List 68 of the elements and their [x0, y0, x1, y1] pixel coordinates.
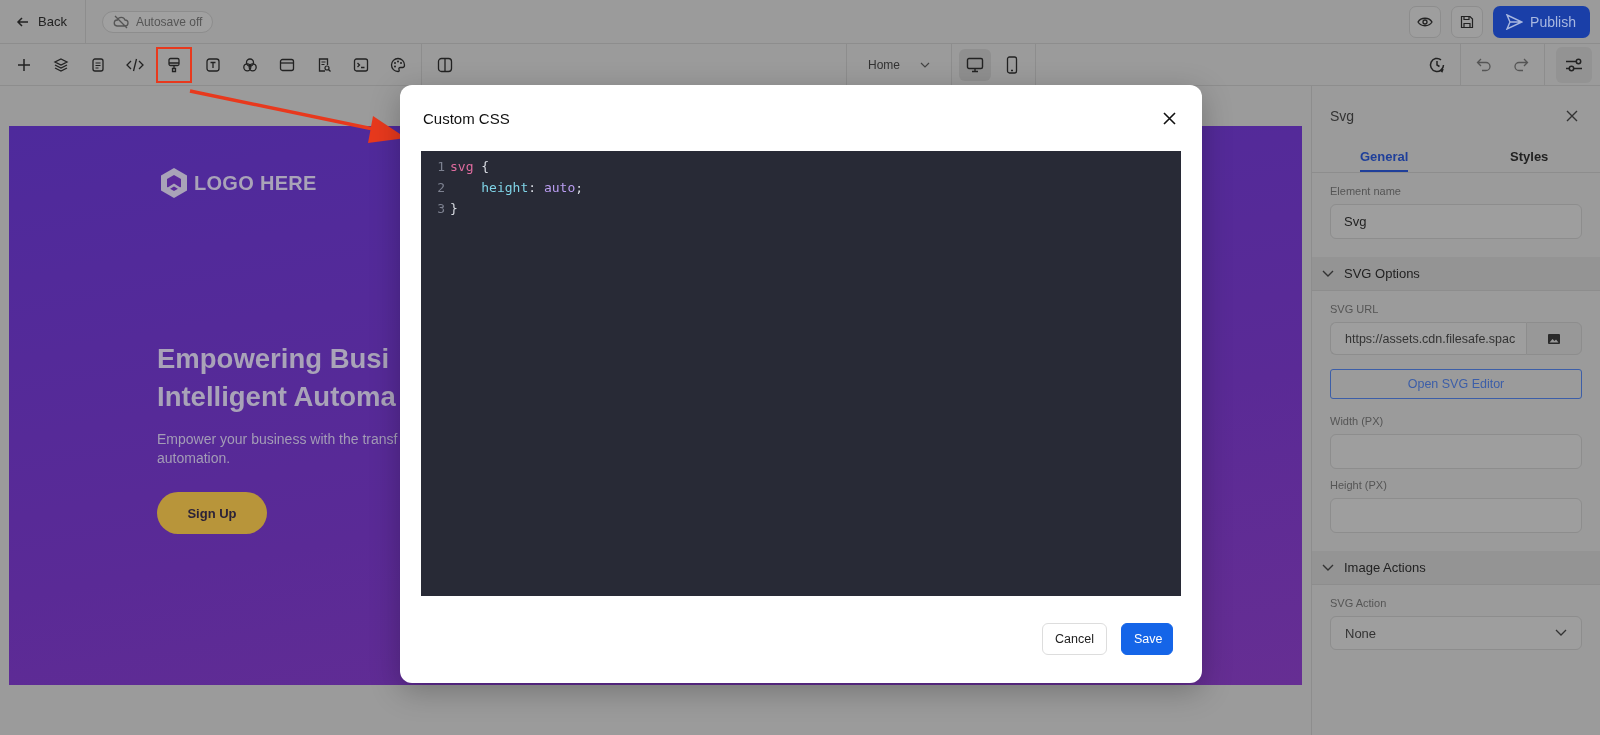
clock-refresh-icon: [1428, 55, 1446, 74]
cloud-off-icon: [112, 14, 129, 29]
autosave-badge[interactable]: Autosave off: [101, 10, 214, 33]
settings-button[interactable]: [1556, 46, 1592, 83]
hero-subtext: automation.: [157, 449, 232, 468]
arrow-left-icon: [16, 14, 30, 29]
line-number: 2: [436, 180, 445, 195]
logo-text: LOGO HERE: [194, 171, 317, 195]
text-tool-icon: [205, 56, 221, 73]
field-label: Height (PX): [1330, 479, 1388, 491]
browser-window-icon: [279, 56, 295, 73]
close-icon: [1566, 110, 1578, 122]
save-button[interactable]: Save: [1121, 623, 1173, 655]
phone-icon: [1006, 55, 1018, 74]
section-header[interactable]: SVG Options: [1312, 257, 1600, 291]
close-icon: [1162, 111, 1176, 125]
highlighted-tool-button[interactable]: [156, 46, 192, 83]
document-icon: [90, 56, 106, 73]
hero-heading: Empowering Busi: [157, 342, 391, 376]
section-header[interactable]: Image Actions: [1312, 551, 1600, 585]
publish-button[interactable]: Publish: [1493, 5, 1590, 38]
chevron-down-icon: [920, 61, 930, 68]
paint-roller-icon: [166, 56, 182, 73]
cancel-button[interactable]: Cancel: [1042, 623, 1107, 655]
layers-icon: [53, 56, 69, 73]
hero-heading: Intelligent Automa: [157, 380, 397, 414]
svg-action-dropdown[interactable]: None: [1330, 616, 1582, 650]
palette-icon: [390, 56, 406, 73]
line-number: 1: [436, 159, 445, 174]
chevron-down-icon: [1555, 629, 1567, 637]
save-icon-button[interactable]: [1451, 5, 1484, 38]
code-editor[interactable]: 1 svg { 2 height: auto; 3 }: [421, 151, 1181, 596]
undo-icon: [1476, 57, 1492, 72]
field-label: Element name: [1330, 185, 1402, 197]
sliders-icon: [1565, 56, 1583, 73]
field-label: Width (PX): [1330, 415, 1385, 427]
eye-icon: [1417, 15, 1434, 28]
redo-icon: [1513, 57, 1529, 72]
back-button[interactable]: Back: [14, 10, 69, 33]
terminal-icon: [353, 56, 369, 73]
desktop-view-button[interactable]: [959, 48, 991, 81]
line-number: 3: [436, 201, 445, 216]
preview-button[interactable]: [1409, 5, 1442, 38]
chevron-icon: [1322, 563, 1334, 572]
image-icon: [1547, 332, 1561, 345]
svg-url-field[interactable]: https://assets.cdn.filesafe.spac: [1330, 322, 1526, 355]
image-picker-button[interactable]: [1526, 322, 1582, 355]
columns-icon: [437, 56, 453, 73]
circles-icon: [242, 56, 258, 73]
chevron-icon: [1322, 269, 1334, 278]
field-label: SVG Action: [1330, 597, 1388, 609]
code-icon: [126, 56, 144, 73]
document-search-icon: [316, 56, 332, 73]
code-line: }: [450, 201, 458, 216]
panel-tab[interactable]: Styles: [1458, 136, 1600, 172]
panel-tab[interactable]: General: [1360, 136, 1409, 172]
dialog-title: Custom CSS: [423, 109, 510, 127]
element-name-field[interactable]: Svg: [1330, 204, 1582, 239]
panel-title: Svg: [1330, 108, 1355, 124]
page-dropdown[interactable]: Home: [854, 51, 944, 78]
sign-up-button[interactable]: Sign Up: [157, 492, 267, 534]
field-label: SVG URL: [1330, 303, 1380, 315]
code-line: height: auto;: [480, 180, 584, 195]
send-icon: [1505, 13, 1524, 30]
hero-subtext: Empower your business with the transf: [157, 430, 399, 449]
monitor-icon: [966, 56, 984, 73]
code-line: svg {: [450, 159, 490, 174]
plus-icon: [16, 56, 32, 73]
